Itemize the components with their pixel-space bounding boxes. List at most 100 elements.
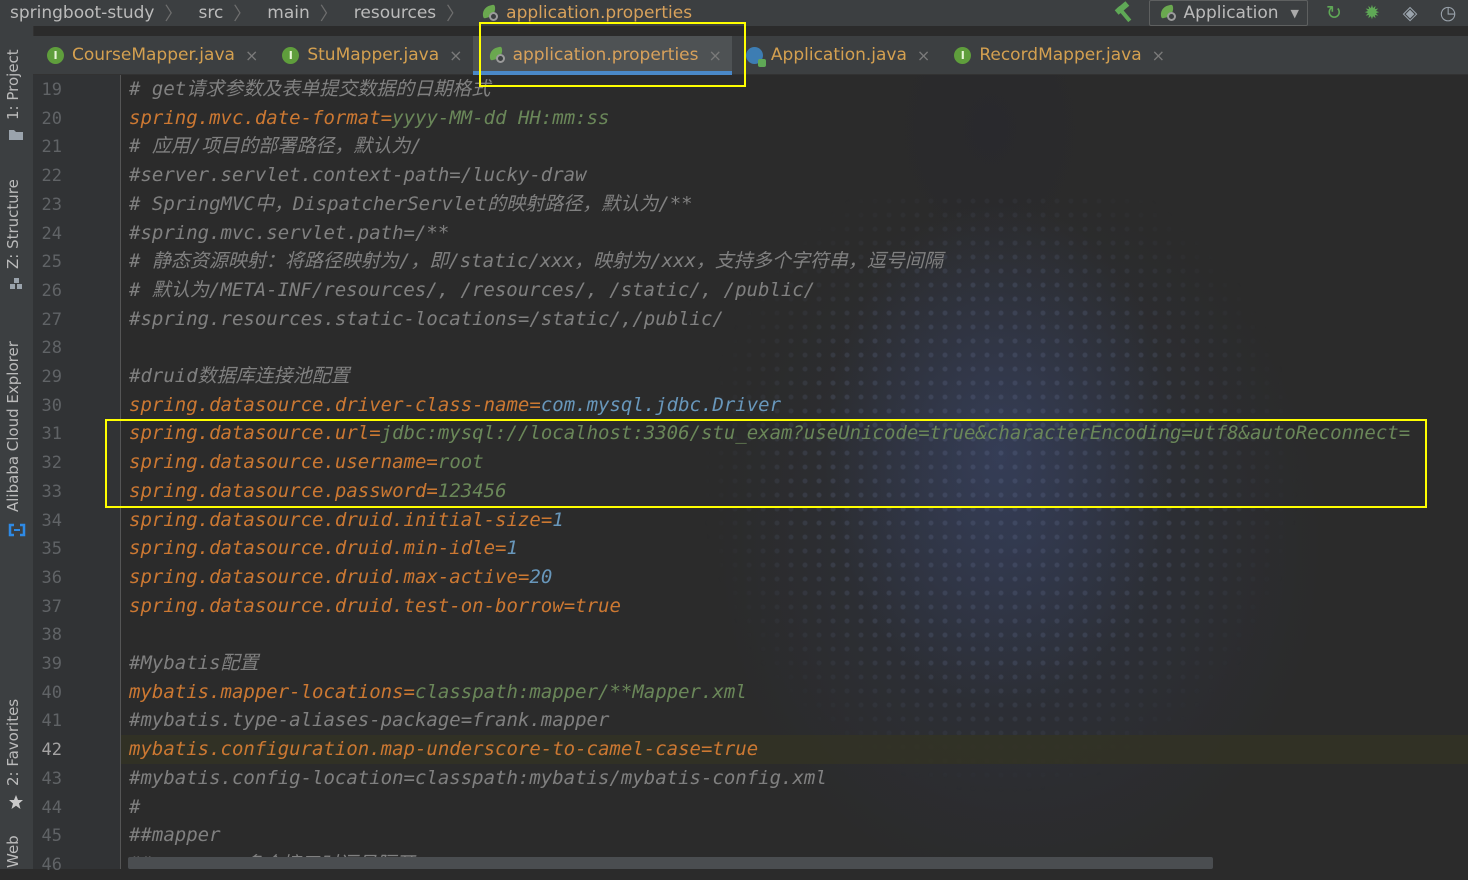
line-number: 38 (41, 625, 62, 646)
alibaba-cloud-icon (8, 522, 26, 537)
breadcrumb-project[interactable]: springboot-study 〉 (0, 0, 188, 26)
property-key: spring.datasource.druid.max-active (129, 565, 518, 588)
comment-text: #server.servlet.context-path=/lucky-draw (129, 164, 587, 187)
equals-sign: = (495, 537, 507, 560)
close-icon[interactable]: × (245, 46, 258, 65)
property-line: spring.datasource.url=jdbc:mysql://local… (129, 419, 1410, 448)
line-number: 19 (41, 80, 62, 100)
comment-line: #mybatis.config-location=classpath:mybat… (129, 764, 827, 793)
comment-line: # 默认为/META-INF/resources/, /resources/, … (129, 276, 815, 305)
profiler-icon[interactable]: ◷ (1436, 2, 1460, 24)
comment-line: #druid数据库连接池配置 (129, 362, 350, 391)
property-value: com.mysql.jdbc.Driver (540, 393, 782, 416)
tab-application-java[interactable]: Application.java × (732, 36, 940, 74)
breadcrumb-current-file[interactable]: application.properties (470, 3, 698, 23)
equals-sign: = (517, 565, 530, 588)
favorites-tool-button[interactable]: 2: Favorites (4, 699, 22, 786)
line-number-gutter[interactable]: 19 20 21 22 23 24 25 26 27 28 29 30 31 32 33 34 35 36 37 38… (33, 75, 121, 875)
comment-line: #server.servlet.context-path=/lucky-draw (129, 161, 587, 190)
property-line: spring.mvc.date-format=yyyy-MM-dd HH:mm:… (129, 104, 609, 133)
spring-leaf-icon (487, 46, 507, 64)
comment-text: # 静态资源映射：将路径映射为/，即/static/xxx，映射为/xxx，支持… (129, 250, 943, 273)
breadcrumb-src[interactable]: src 〉 (188, 0, 257, 26)
line-number: 40 (41, 682, 62, 703)
comment-line: ##mapper (129, 821, 221, 850)
debug-bug-icon[interactable]: ✹ (1360, 2, 1384, 24)
close-icon[interactable]: × (709, 46, 722, 65)
line-number: 36 (41, 567, 62, 588)
comment-text: #mybatis.config-location=classpath:mybat… (129, 766, 827, 789)
interface-icon: I (282, 46, 300, 64)
property-line: mybatis.mapper-locations=classpath:mappe… (129, 678, 747, 707)
run-toolbar: Application ▼ ↻ ✹ ◈ ◷ (1113, 0, 1468, 26)
equals-sign: = (700, 738, 713, 761)
equals-sign: = (529, 393, 541, 416)
property-value: root (437, 451, 484, 474)
run-configuration-select[interactable]: Application ▼ (1148, 0, 1308, 26)
chevron-down-icon: ▼ (1290, 6, 1299, 20)
equals-sign: = (563, 594, 576, 617)
horizontal-scrollbar[interactable] (128, 857, 1213, 869)
spring-leaf-icon (480, 4, 500, 22)
equals-sign: = (426, 451, 438, 474)
editor-tab-bar: I CourseMapper.java × I StuMapper.java ×… (33, 36, 1468, 75)
hammer-icon[interactable] (1113, 3, 1135, 23)
alibaba-cloud-explorer-button[interactable]: Alibaba Cloud Explorer (4, 341, 22, 512)
property-key: spring.datasource.url (129, 422, 370, 445)
line-number: 26 (41, 280, 62, 301)
property-line: spring.datasource.username=root (129, 448, 484, 477)
tab-record-mapper[interactable]: I RecordMapper.java × (940, 36, 1175, 74)
property-line: spring.datasource.password=123456 (129, 477, 507, 506)
comment-text: # get请求参数及表单提交数据的日期格式 (129, 78, 491, 100)
coverage-shield-icon[interactable]: ◈ (1398, 2, 1422, 24)
comment-text: # SpringMVC中，DispatcherServlet的映射路径，默认为/… (129, 192, 693, 215)
line-number: 37 (41, 596, 62, 617)
line-number: 32 (41, 453, 62, 474)
property-value: 20 (529, 565, 553, 588)
tab-course-mapper[interactable]: I CourseMapper.java × (33, 36, 268, 74)
property-line: spring.datasource.druid.test-on-borrow=t… (129, 592, 621, 621)
project-tool-button[interactable]: 1: Project (4, 49, 22, 120)
line-number: 39 (41, 654, 62, 674)
equals-sign: = (380, 106, 393, 129)
structure-tool-button[interactable]: Z: Structure (4, 179, 22, 269)
property-value: yyyy-MM-dd HH:mm:ss (392, 106, 610, 129)
equals-sign: = (369, 422, 381, 445)
breadcrumb-main[interactable]: main 〉 (257, 0, 343, 26)
line-number: 44 (41, 797, 62, 818)
comment-text: #spring.resources.static-locations=/stat… (129, 307, 724, 330)
interface-icon: I (954, 46, 972, 64)
breadcrumb-separator: 〉 (446, 4, 465, 25)
line-number: 42 (41, 740, 62, 761)
structure-icon (8, 276, 24, 290)
property-value: true (712, 738, 759, 761)
comment-text: #mybatis.type-aliases-package=frank.mapp… (129, 709, 610, 732)
property-key: spring.mvc.date-format (129, 106, 381, 129)
property-key: spring.datasource.username (129, 451, 427, 474)
breadcrumb-resources[interactable]: resources 〉 (344, 0, 470, 26)
tab-stu-mapper[interactable]: I StuMapper.java × (268, 36, 472, 74)
line-number: 43 (41, 768, 62, 789)
rerun-icon[interactable]: ↻ (1322, 2, 1346, 24)
line-number: 22 (41, 166, 62, 187)
line-number: 30 (41, 395, 62, 416)
comment-text: # 默认为/META-INF/resources/, /resources/, … (129, 278, 816, 301)
folder-icon (8, 126, 24, 140)
code-editor[interactable]: # get请求参数及表单提交数据的日期格式 spring.mvc.date-for… (121, 75, 1468, 869)
close-icon[interactable]: × (1152, 46, 1165, 65)
equals-sign: = (426, 479, 438, 502)
property-line: spring.datasource.druid.min-idle=1 (129, 534, 518, 563)
line-number: 33 (41, 481, 62, 502)
star-icon (8, 794, 24, 809)
tab-application-properties[interactable]: application.properties × (472, 36, 733, 75)
interface-icon: I (47, 46, 64, 64)
comment-line: # (129, 793, 140, 822)
close-icon[interactable]: × (917, 46, 930, 65)
comment-line: # 静态资源映射：将路径映射为/，即/static/xxx，映射为/xxx，支持… (129, 247, 943, 276)
close-icon[interactable]: × (449, 46, 462, 65)
line-number: 35 (41, 539, 62, 560)
web-tool-button[interactable]: Web (4, 835, 22, 868)
comment-text: ##mapper (129, 824, 221, 847)
equals-sign: = (403, 680, 415, 703)
property-key: mybatis.mapper-locations (129, 680, 404, 703)
